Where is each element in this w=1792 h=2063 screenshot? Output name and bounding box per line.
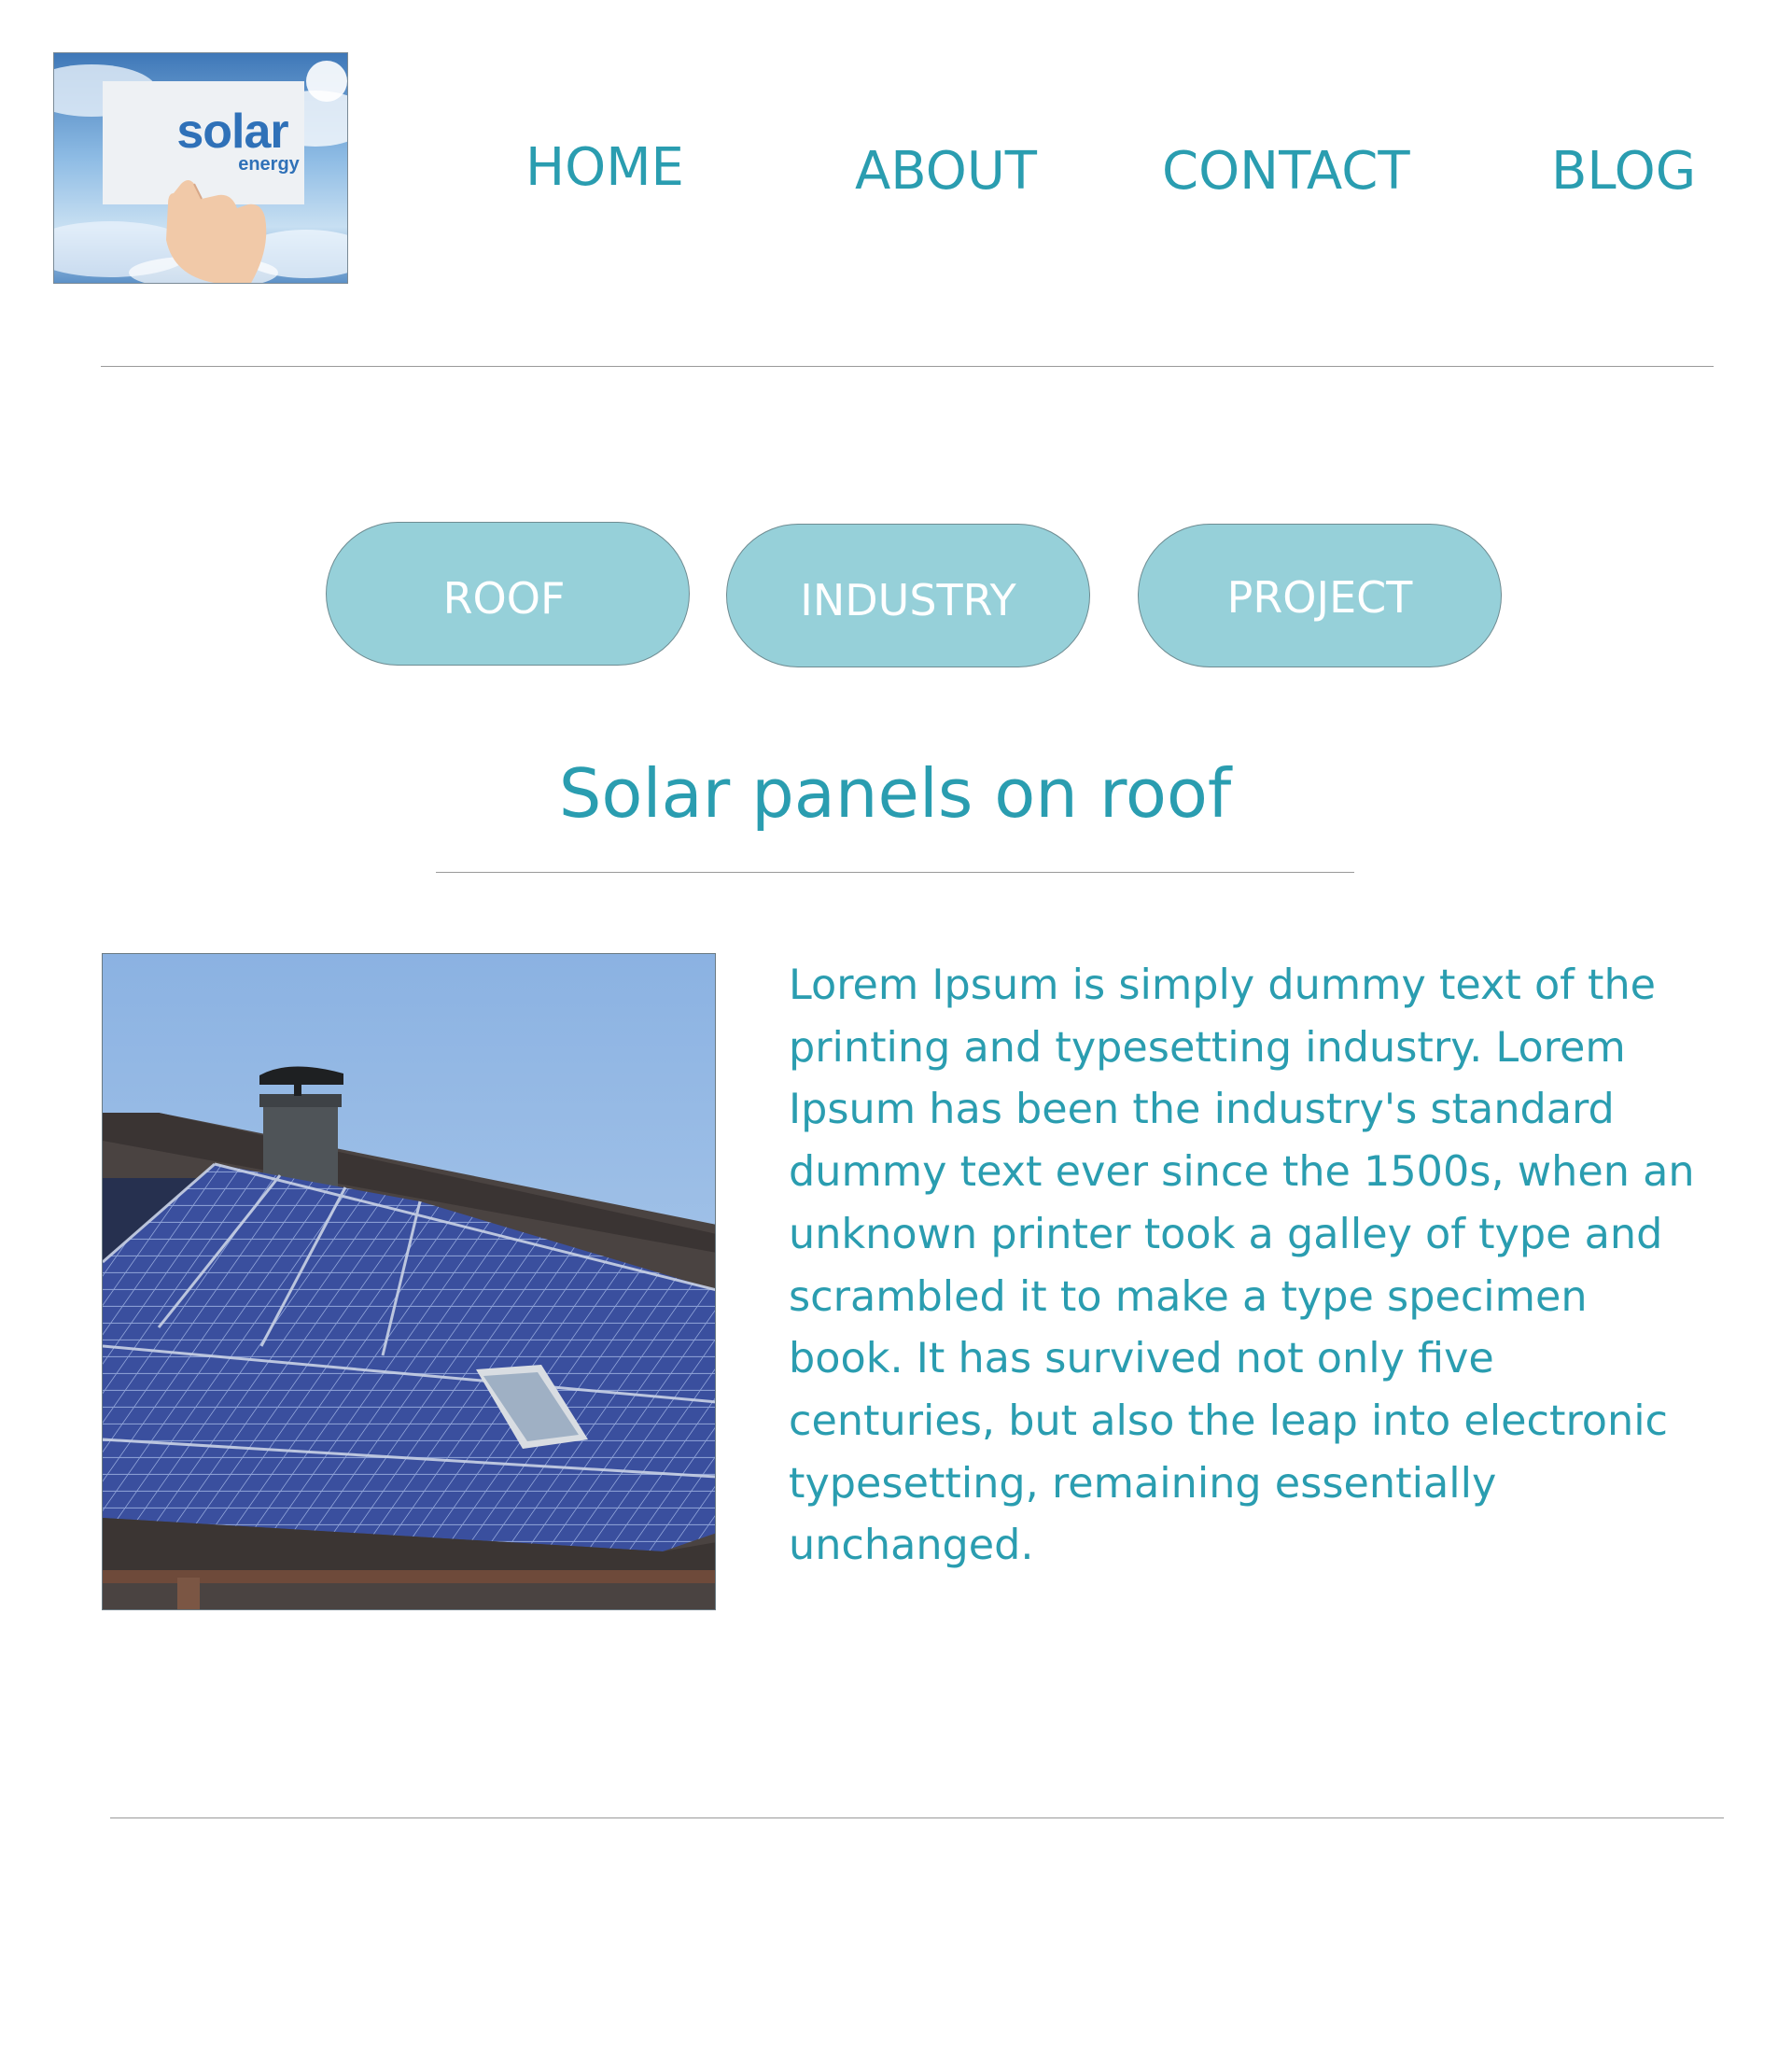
project-category-button[interactable]: PROJECT bbox=[1138, 524, 1502, 667]
project-category-label: PROJECT bbox=[1226, 572, 1413, 623]
industry-category-button[interactable]: INDUSTRY bbox=[726, 524, 1090, 667]
nav-about-link[interactable]: ABOUT bbox=[855, 142, 1037, 202]
roof-category-label: ROOF bbox=[442, 573, 566, 624]
roof-category-button[interactable]: ROOF bbox=[326, 522, 690, 666]
section-title: Solar panels on roof bbox=[558, 754, 1232, 833]
header-divider bbox=[101, 366, 1714, 367]
industry-category-label: INDUSTRY bbox=[800, 575, 1016, 625]
logo[interactable]: solar energy bbox=[53, 52, 348, 284]
nav-home-link[interactable]: HOME bbox=[525, 138, 684, 198]
nav-blog-link[interactable]: BLOG bbox=[1551, 142, 1696, 202]
section-body-text: Lorem Ipsum is simply dummy text of the … bbox=[789, 961, 1695, 1570]
logo-word-solar: solar bbox=[176, 105, 288, 159]
nav-contact-link[interactable]: CONTACT bbox=[1162, 142, 1410, 202]
footer-divider bbox=[110, 1817, 1724, 1818]
solar-roof-photo bbox=[102, 953, 716, 1610]
logo-text: solar energy bbox=[132, 105, 333, 174]
title-divider bbox=[436, 872, 1354, 873]
